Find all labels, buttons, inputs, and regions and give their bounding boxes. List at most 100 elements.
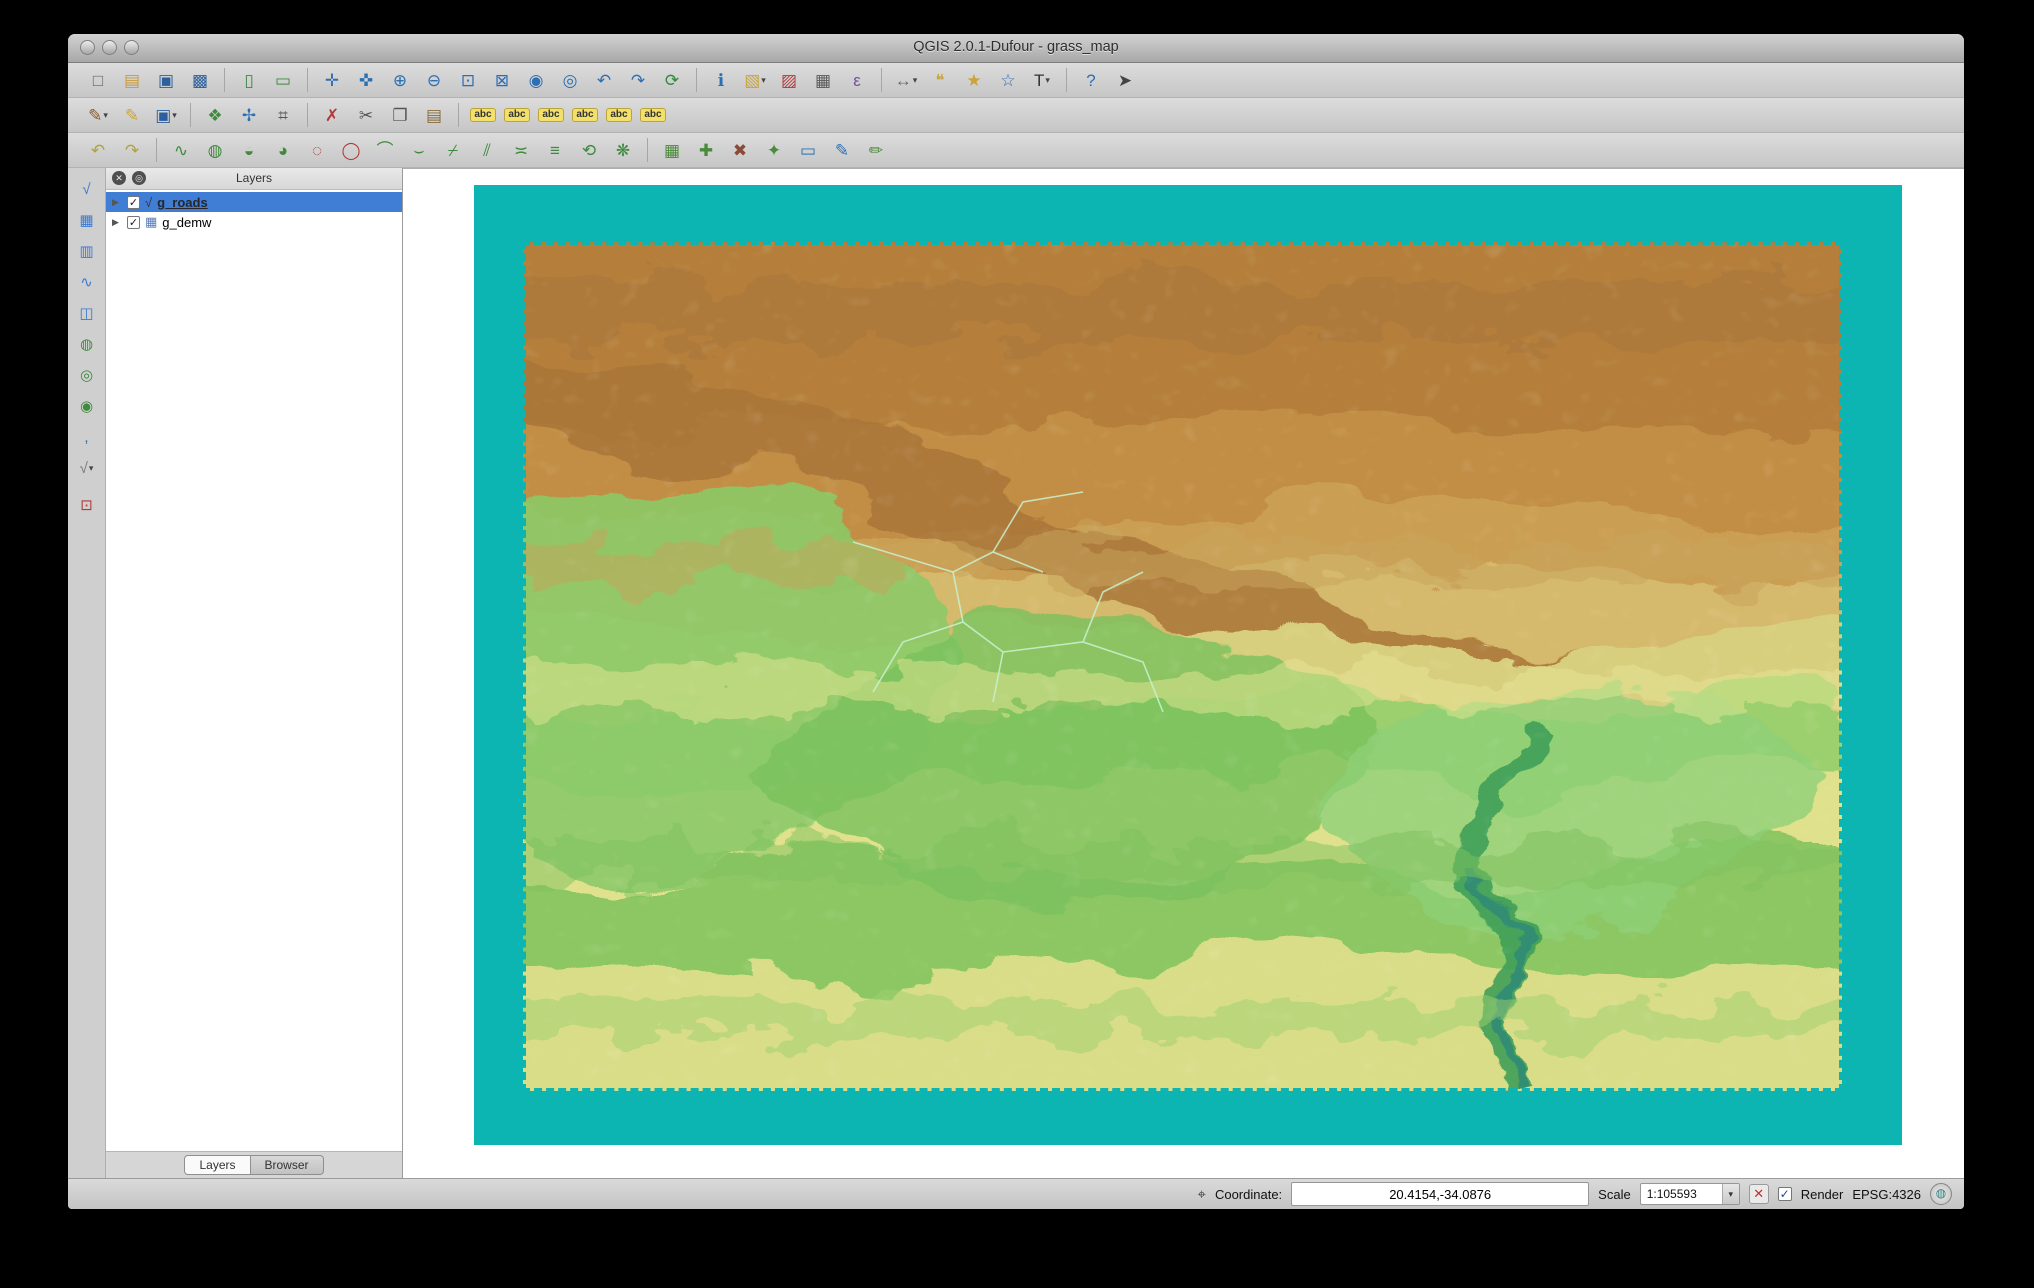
tab-browser[interactable]: Browser [250, 1155, 324, 1175]
zoom-to-selection-icon[interactable]: ◉ [520, 66, 552, 94]
rotate-point-symbols-glyph: ❋ [615, 140, 631, 160]
add-part-icon[interactable]: ◒ [233, 136, 265, 164]
add-ring-icon[interactable]: ◍ [199, 136, 231, 164]
save-project-icon[interactable]: ▣ [150, 66, 182, 94]
pan-map-icon[interactable]: ✛ [316, 66, 348, 94]
add-wfs-layer-icon[interactable]: ◉ [73, 393, 101, 419]
split-parts-icon[interactable]: ⫽ [471, 136, 503, 164]
tab-layers[interactable]: Layers [184, 1155, 251, 1175]
zoom-next-icon[interactable]: ↷ [622, 66, 654, 94]
expand-icon[interactable]: ▶ [112, 217, 122, 228]
undo-icon[interactable]: ↶ [82, 136, 114, 164]
open-project-icon[interactable]: ▤ [116, 66, 148, 94]
fill-ring-icon[interactable]: ◕ [267, 136, 299, 164]
move-label-icon[interactable]: abc [569, 101, 601, 129]
expand-icon[interactable]: ▶ [112, 197, 122, 208]
change-label-icon[interactable]: abc [637, 101, 669, 129]
add-mssql-layer-icon[interactable]: ◫ [73, 300, 101, 326]
grass-close-mapset-icon[interactable]: ✖ [724, 136, 756, 164]
paste-features-icon[interactable]: ▤ [418, 101, 450, 129]
layer-item-g_demw[interactable]: ▶ ✓ ▦ g_demw [106, 212, 402, 232]
grass-edit-vector-icon[interactable]: ✏ [860, 136, 892, 164]
rotate-feature-icon[interactable]: ⟲ [573, 136, 605, 164]
reshape-features-icon[interactable]: ⌒ [369, 136, 401, 164]
coordinate-input[interactable] [1291, 1182, 1590, 1206]
rotate-point-symbols-icon[interactable]: ❋ [607, 136, 639, 164]
pan-to-selection-icon[interactable]: ✜ [350, 66, 382, 94]
scale-combo[interactable]: 1:105593 ▾ [1639, 1183, 1740, 1205]
dem-terrain-image [523, 242, 1842, 1091]
grass-open-mapset-icon[interactable]: ▦ [656, 136, 688, 164]
grass-tools-icon[interactable]: ✦ [758, 136, 790, 164]
composer-manager-icon[interactable]: ▭ [267, 66, 299, 94]
simplify-feature-icon[interactable]: ∿ [165, 136, 197, 164]
zoom-last-icon[interactable]: ↶ [588, 66, 620, 94]
toggle-editing-icon[interactable]: ✎ [116, 101, 148, 129]
add-spatialite-layer-icon[interactable]: ∿ [73, 269, 101, 295]
save-layer-edits-icon[interactable]: ▣ ▾ [150, 101, 182, 129]
deselect-features-icon[interactable]: ▨ [773, 66, 805, 94]
add-postgis-layer-icon[interactable]: ▥ [73, 238, 101, 264]
delete-ring-icon[interactable]: ◌ [301, 136, 333, 164]
current-edits-icon[interactable]: ✎ ▾ [82, 101, 114, 129]
text-annotation-icon[interactable]: T ▾ [1026, 66, 1058, 94]
zoom-full-icon[interactable]: ⊠ [486, 66, 518, 94]
add-feature-icon[interactable]: ❖ [199, 101, 231, 129]
chevron-down-icon[interactable]: ▾ [1721, 1184, 1739, 1204]
stop-rendering-icon[interactable]: ✕ [1748, 1184, 1769, 1204]
field-calculator-icon[interactable]: ε [841, 66, 873, 94]
toolbar-separator [75, 486, 99, 487]
identify-features-icon[interactable]: ℹ [705, 66, 737, 94]
new-print-composer-icon[interactable]: ▯ [233, 66, 265, 94]
pin-labels-icon[interactable]: abc [501, 101, 533, 129]
help-icon[interactable]: ? [1075, 66, 1107, 94]
rotate-label-icon[interactable]: abc [603, 101, 635, 129]
merge-features-icon[interactable]: ≍ [505, 136, 537, 164]
map-tips-icon[interactable]: ❝ [924, 66, 956, 94]
layer-tree[interactable]: ▶ ✓ √ g_roads ▶ ✓ ▦ g_demw [106, 190, 402, 1151]
open-attribute-table-icon[interactable]: ▦ [807, 66, 839, 94]
new-project-icon[interactable]: □ [82, 66, 114, 94]
delete-part-icon[interactable]: ◯ [335, 136, 367, 164]
save-project-as-icon[interactable]: ▩ [184, 66, 216, 94]
new-project-glyph: □ [92, 70, 104, 90]
zoom-native-icon[interactable]: ⊡ [452, 66, 484, 94]
new-grass-vector-layer-icon[interactable]: ⊡ [73, 492, 101, 518]
show-bookmarks-icon[interactable]: ☆ [992, 66, 1024, 94]
grass-new-mapset-icon[interactable]: ✚ [690, 136, 722, 164]
zoom-to-layer-icon[interactable]: ◎ [554, 66, 586, 94]
new-shapefile-layer-icon[interactable]: √ ▾ [73, 455, 101, 481]
layer-item-g_roads[interactable]: ▶ ✓ √ g_roads [106, 192, 402, 212]
layer-visibility-checkbox[interactable]: ✓ [127, 195, 140, 209]
highlight-labels-icon[interactable]: abc [535, 101, 567, 129]
render-checkbox[interactable]: ✓ [1777, 1187, 1792, 1201]
layer-visibility-checkbox[interactable]: ✓ [127, 215, 140, 229]
grass-edit-region-icon[interactable]: ✎ [826, 136, 858, 164]
map-canvas[interactable] [403, 168, 1964, 1178]
labeling-icon[interactable]: abc [467, 101, 499, 129]
copy-features-icon[interactable]: ❐ [384, 101, 416, 129]
crs-status-icon[interactable]: ◍ [1930, 1183, 1952, 1205]
cut-features-icon[interactable]: ✂ [350, 101, 382, 129]
move-feature-icon[interactable]: ✢ [233, 101, 265, 129]
new-bookmark-icon[interactable]: ★ [958, 66, 990, 94]
whats-this-icon[interactable]: ➤ [1109, 66, 1141, 94]
add-delimited-text-layer-icon[interactable]: , [73, 424, 101, 450]
offset-curve-icon[interactable]: ⌣ [403, 136, 435, 164]
add-raster-layer-icon[interactable]: ▦ [73, 207, 101, 233]
zoom-in-icon[interactable]: ⊕ [384, 66, 416, 94]
refresh-map-icon[interactable]: ⟳ [656, 66, 688, 94]
merge-attributes-icon[interactable]: ≡ [539, 136, 571, 164]
redo-icon[interactable]: ↷ [116, 136, 148, 164]
add-wcs-layer-icon[interactable]: ◎ [73, 362, 101, 388]
delete-selected-icon[interactable]: ✗ [316, 101, 348, 129]
split-features-icon[interactable]: ⌿ [437, 136, 469, 164]
measure-icon[interactable]: ↔ ▾ [890, 66, 922, 94]
select-features-icon[interactable]: ▧ ▾ [739, 66, 771, 94]
grass-display-region-icon[interactable]: ▭ [792, 136, 824, 164]
add-vector-layer-icon[interactable]: √ [73, 176, 101, 202]
node-tool-icon[interactable]: ⌗ [267, 101, 299, 129]
titlebar[interactable]: QGIS 2.0.1-Dufour - grass_map [68, 34, 1964, 63]
zoom-out-icon[interactable]: ⊖ [418, 66, 450, 94]
add-wms-layer-icon[interactable]: ◍ [73, 331, 101, 357]
